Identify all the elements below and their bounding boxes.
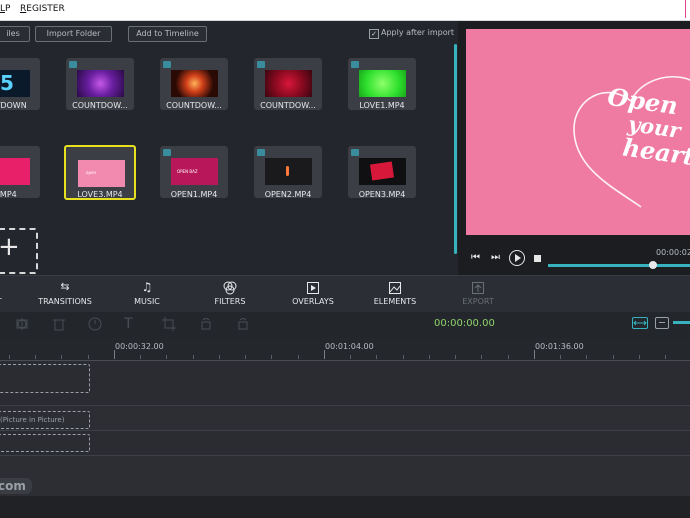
tool-tabs: IT ⇆ TRANSITIONS ♫ MUSIC FILTERS OVERLAY… [0,275,690,312]
delete-icon[interactable] [51,316,67,332]
music-icon: ♫ [141,280,153,294]
import-folder-button[interactable]: Import Folder [35,26,112,42]
tab-label: ELEMENTS [373,297,417,306]
thumbnail: open [78,160,125,187]
tab-elements[interactable]: ELEMENTS [355,276,435,312]
thumbnail [77,70,124,97]
timeline-current-time: 00:00:00.00 [434,318,495,329]
text-icon[interactable]: T [124,316,140,332]
tab-label: MUSIC [134,297,160,306]
music-track[interactable] [0,456,690,496]
video-badge-icon [257,149,265,156]
watermark: com [0,478,32,494]
filters-icon [190,280,270,295]
video-badge-icon [163,61,171,68]
thumbnail [171,70,218,97]
video-preview: Open your heart [466,29,690,235]
import-files-button[interactable]: iles [0,26,30,42]
rotate-left-icon[interactable] [198,316,214,332]
overlays-icon [273,280,353,294]
tab-label: FILTERS [214,297,246,306]
previous-frame-icon[interactable]: ⏮ [471,252,480,263]
timeline-toolbar: T [0,312,690,338]
media-label: LOVE3.MP4 [77,190,123,199]
thumbnail [0,158,30,185]
media-label: LOVE1.MP4 [359,101,405,110]
tab-overlays[interactable]: OVERLAYS [273,276,353,312]
play-button[interactable] [509,250,525,266]
ruler-label: 00:00:32.00 [115,342,164,351]
tab-label: OVERLAYS [292,297,334,306]
tab-music[interactable]: ♫ MUSIC [107,276,187,312]
media-label: E2.MP4 [0,190,17,199]
window-edge [685,0,690,18]
thumbnail: OPEN BAZ [171,158,218,185]
pip-track[interactable] [0,406,690,430]
timeline-ruler: 00:00:32.00 00:01:04.00 00:01:36.00 [0,338,690,361]
tab-label: TRANSITIONS [38,297,92,306]
preview-time: 00:00:02.1 [656,248,690,257]
media-label: COUNTDOW... [72,101,128,110]
media-label: OPEN1.MP4 [170,190,218,199]
thumbnail: 5 [0,70,30,97]
apply-after-import-checkbox[interactable]: ✓ [369,29,379,39]
elements-icon [355,280,435,294]
menu-item-help[interactable]: LP [0,4,10,14]
menu-bar: LP REGISTER [0,0,690,21]
timeline-bottom-bar [0,496,690,518]
thumbnail [359,158,406,185]
thumbnail [265,158,312,185]
video-drop-zone[interactable] [0,364,90,393]
tab-label: EXPORT [462,297,494,306]
menu-item-register[interactable]: REGISTER [20,4,65,14]
speed-icon[interactable] [87,316,103,332]
thumbnail [359,70,406,97]
zoom-fit-icon[interactable] [632,317,648,329]
media-label: COUNTDOW... [260,101,316,110]
stop-button[interactable] [534,255,541,262]
add-to-timeline-button[interactable]: Add to Timeline [128,26,207,42]
media-label: OUNTDOWN [0,101,27,110]
next-frame-icon[interactable]: ⏭ [491,252,500,263]
tab-filters[interactable]: FILTERS [190,276,270,312]
text-drop-zone[interactable] [0,434,90,452]
video-badge-icon [351,149,359,156]
playback-progress-bar[interactable] [548,264,690,267]
apply-after-import-label: Apply after import [381,28,455,37]
export-icon [438,280,518,294]
media-label: OPEN2.MP4 [264,190,312,199]
ruler-label: 00:01:36.00 [535,342,584,351]
video-track[interactable] [0,361,690,405]
video-badge-icon [351,61,359,68]
video-badge-icon [257,61,265,68]
video-badge-icon [69,61,77,68]
zoom-out-icon[interactable] [655,317,669,329]
crop-icon[interactable] [161,316,177,332]
plus-icon: + [0,232,20,262]
text-track[interactable] [0,431,690,455]
rotate-right-icon[interactable] [235,316,251,332]
video-badge-icon [163,149,171,156]
ruler-label: 00:01:04.00 [325,342,374,351]
media-label: OPEN3.MP4 [358,190,406,199]
zoom-slider[interactable] [673,321,690,324]
split-icon[interactable] [14,316,30,332]
tab-transitions[interactable]: ⇆ TRANSITIONS [25,276,105,312]
media-label: COUNTDOW... [166,101,222,110]
library-scrollbar[interactable] [454,44,457,254]
pip-track-label: (Picture in Picture) [0,416,65,424]
transitions-icon: ⇆ [60,280,70,293]
thumbnail [265,70,312,97]
tab-export[interactable]: EXPORT [438,276,518,312]
